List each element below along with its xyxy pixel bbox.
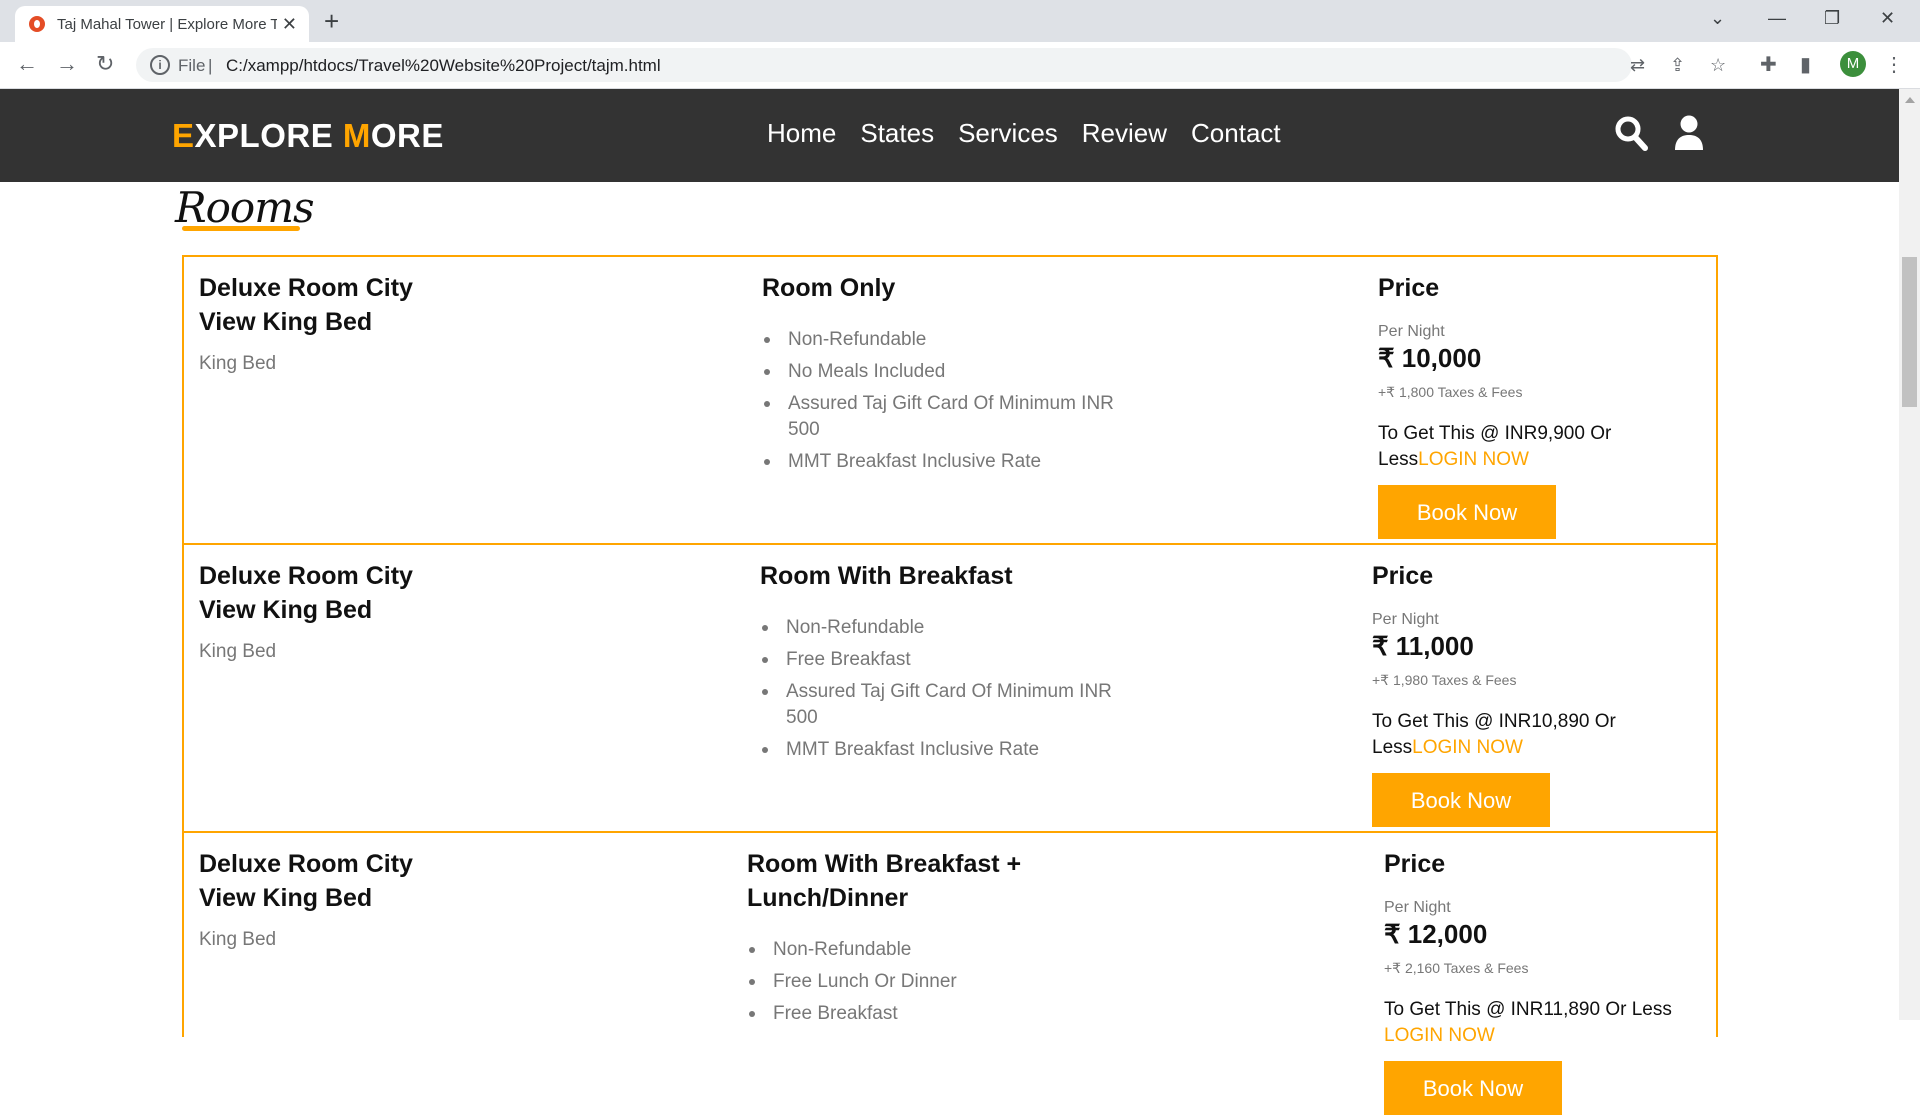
price-column: Price Per Night ₹ 12,000 +₹ 2,160 Taxes … (1384, 847, 1704, 1115)
price-column: Price Per Night ₹ 11,000 +₹ 1,980 Taxes … (1372, 559, 1692, 827)
file-scheme-label: File (178, 56, 206, 75)
site-favicon-icon (29, 16, 45, 32)
feature-list: Non-Refundable Free Breakfast Assured Ta… (760, 615, 1116, 769)
plan-title: Room Only (762, 274, 896, 302)
nav-states[interactable]: States (860, 118, 934, 149)
room-name: Deluxe Room City View King Bed (199, 562, 413, 624)
menu-icon[interactable]: ⋮ (1884, 52, 1904, 77)
room-row: Deluxe Room City View King Bed King Bed … (184, 833, 1716, 1119)
feature-item: Non-Refundable (764, 327, 1118, 353)
reload-icon[interactable]: ↻ (96, 51, 114, 77)
price-amount: ₹ 11,000 (1372, 631, 1474, 661)
per-night-label: Per Night (1378, 323, 1445, 340)
restore-icon[interactable]: ❐ (1824, 8, 1840, 29)
price-column: Price Per Night ₹ 10,000 +₹ 1,800 Taxes … (1378, 271, 1698, 539)
logo-second-rest: ORE (370, 117, 444, 154)
logo-first-rest: XPLORE (194, 117, 343, 154)
tab-title: Taj Mahal Tower | Explore More T (57, 15, 277, 33)
address-bar[interactable]: i File | C:/xampp/htdocs/Travel%20Websit… (136, 48, 1726, 82)
feature-item: Assured Taj Gift Card Of Minimum INR 500 (764, 391, 1118, 443)
tab-search-chevron-icon[interactable]: ⌄ (1710, 8, 1725, 29)
nav-review[interactable]: Review (1082, 118, 1167, 149)
login-now-link[interactable]: LOGIN NOW (1412, 737, 1523, 758)
per-night-label: Per Night (1384, 899, 1451, 916)
price-heading: Price (1372, 562, 1434, 590)
title-underline (182, 226, 300, 231)
feature-item: MMT Breakfast Inclusive Rate (762, 737, 1116, 763)
user-icon[interactable] (1674, 115, 1704, 156)
side-panel-icon[interactable]: ▮ (1800, 52, 1811, 77)
feature-item: Free Breakfast (762, 647, 1116, 673)
feature-item: Non-Refundable (749, 937, 1103, 963)
logo-first-initial: E (172, 117, 195, 154)
rooms-list: Deluxe Room City View King Bed King Bed … (182, 255, 1718, 1115)
scroll-thumb[interactable] (1902, 257, 1917, 407)
per-night-label: Per Night (1372, 611, 1439, 628)
plan-title: Room With Breakfast (760, 562, 1013, 590)
logo[interactable]: EXPLORE MORE (172, 117, 444, 155)
new-tab-icon[interactable]: + (324, 6, 339, 37)
feature-list: Non-Refundable Free Lunch Or Dinner Free… (747, 937, 1103, 1033)
url-text[interactable]: C:/xampp/htdocs/Travel%20Website%20Proje… (226, 56, 661, 76)
price-amount: ₹ 12,000 (1384, 919, 1488, 949)
translate-icon[interactable]: ⇄ (1630, 55, 1645, 76)
feature-list: Non-Refundable No Meals Included Assured… (762, 327, 1118, 481)
forward-icon[interactable]: → (56, 51, 78, 77)
logo-second-initial: M (342, 117, 371, 154)
taxes-fees: +₹ 2,160 Taxes & Fees (1384, 960, 1529, 976)
close-tab-icon[interactable]: ✕ (282, 14, 297, 35)
feature-item: No Meals Included (764, 359, 1118, 385)
book-now-button[interactable]: Book Now (1384, 1061, 1562, 1115)
price-heading: Price (1378, 274, 1440, 302)
offer-text: To Get This @ INR11,890 Or Less LOGIN NO… (1384, 997, 1704, 1049)
scroll-up-arrow-icon[interactable] (1905, 97, 1915, 103)
taxes-fees: +₹ 1,800 Taxes & Fees (1378, 384, 1523, 400)
room-row: Deluxe Room City View King Bed King Bed … (184, 257, 1716, 545)
profile-avatar[interactable]: M (1840, 51, 1866, 77)
page-scrollbar[interactable] (1899, 89, 1920, 1020)
plan-title: Room With Breakfast + Lunch/Dinner (747, 850, 1022, 912)
feature-item: Free Breakfast (749, 1001, 1103, 1027)
bookmark-star-icon[interactable]: ☆ (1710, 55, 1726, 76)
book-now-button[interactable]: Book Now (1372, 773, 1550, 827)
room-name: Deluxe Room City View King Bed (199, 850, 413, 912)
offer-text: To Get This @ INR9,900 Or LessLOGIN NOW (1378, 421, 1668, 473)
browser-tab[interactable]: Taj Mahal Tower | Explore More T ✕ (15, 6, 309, 42)
login-now-link[interactable]: LOGIN NOW (1418, 449, 1529, 470)
extensions-icon[interactable]: ✚ (1760, 52, 1777, 77)
share-icon[interactable]: ⇪ (1670, 55, 1685, 76)
close-window-icon[interactable]: ✕ (1880, 8, 1895, 29)
book-now-button[interactable]: Book Now (1378, 485, 1556, 539)
feature-item: Free Lunch Or Dinner (749, 969, 1103, 995)
site-info-icon[interactable]: i (150, 55, 170, 75)
feature-item: Non-Refundable (762, 615, 1116, 641)
room-name: Deluxe Room City View King Bed (199, 274, 413, 336)
offer-label: To Get This @ INR11,890 Or Less (1384, 999, 1672, 1020)
room-row: Deluxe Room City View King Bed King Bed … (184, 545, 1716, 833)
section-title: Rooms (175, 183, 315, 232)
browser-tab-bar: Taj Mahal Tower | Explore More T ✕ + ⌄ —… (0, 0, 1920, 42)
bed-type: King Bed (199, 929, 277, 950)
feature-item: MMT Breakfast Inclusive Rate (764, 449, 1118, 475)
bed-type: King Bed (199, 353, 277, 374)
nav-home[interactable]: Home (767, 118, 836, 149)
minimize-icon[interactable]: — (1768, 8, 1786, 29)
back-icon[interactable]: ← (16, 51, 38, 77)
main-nav: Home States Services Review Contact (767, 118, 1281, 149)
browser-toolbar: ← → ↻ i File | C:/xampp/htdocs/Travel%20… (0, 42, 1920, 89)
price-heading: Price (1384, 850, 1446, 878)
search-icon[interactable] (1614, 115, 1648, 156)
nav-services[interactable]: Services (958, 118, 1058, 149)
feature-item: Assured Taj Gift Card Of Minimum INR 500 (762, 679, 1116, 731)
taxes-fees: +₹ 1,980 Taxes & Fees (1372, 672, 1517, 688)
site-header: EXPLORE MORE Home States Services Review… (0, 89, 1899, 182)
price-amount: ₹ 10,000 (1378, 343, 1482, 373)
offer-text: To Get This @ INR10,890 Or LessLOGIN NOW (1372, 709, 1662, 761)
bed-type: King Bed (199, 641, 277, 662)
nav-contact[interactable]: Contact (1191, 118, 1281, 149)
omnibox-divider: | (208, 56, 213, 75)
login-now-link[interactable]: LOGIN NOW (1384, 1025, 1495, 1046)
